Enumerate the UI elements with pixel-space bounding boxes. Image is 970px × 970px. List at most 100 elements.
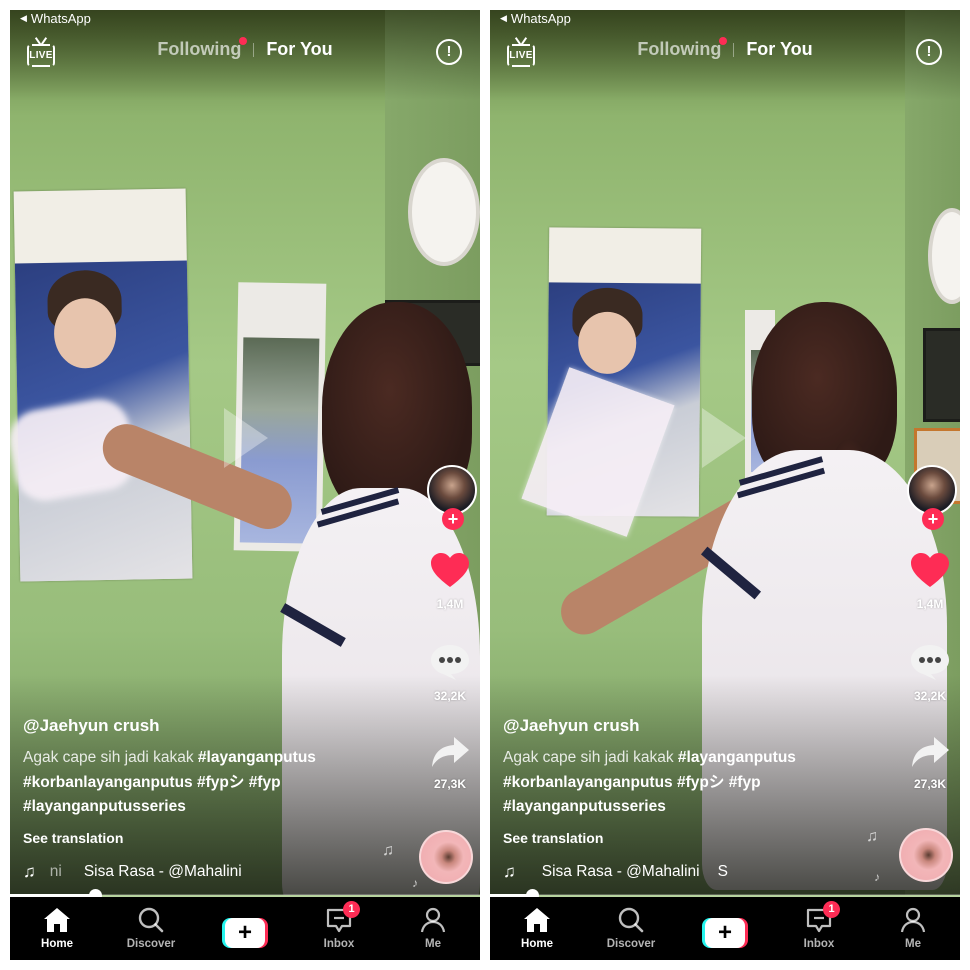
nav-me[interactable]: Me — [866, 897, 960, 960]
nav-home-label: Home — [521, 938, 553, 950]
music-note-icon: ♫ — [503, 862, 516, 881]
share-icon — [912, 737, 949, 767]
nav-home[interactable]: Home — [490, 897, 584, 960]
nav-inbox-label: Inbox — [323, 938, 355, 950]
follow-button[interactable]: + — [922, 508, 944, 530]
music-note-icon: ♫ — [23, 862, 36, 881]
tab-for-you-label: For You — [266, 39, 333, 59]
nav-me-label: Me — [905, 938, 921, 950]
feed-tabs: Following For You — [490, 37, 960, 60]
tab-for-you-label: For You — [746, 39, 813, 59]
hashtag-link[interactable]: #korbanlayanganputus — [503, 774, 673, 791]
back-to-app-link[interactable]: ◀ WhatsApp — [500, 11, 571, 26]
music-scroll-fragment: ni — [49, 863, 62, 880]
nav-create[interactable]: + — [198, 897, 292, 960]
tab-for-you[interactable]: For You — [734, 39, 824, 60]
hashtag-link[interactable]: #fyp — [729, 774, 761, 791]
comment-count: 32,2K — [913, 689, 947, 703]
floating-music-note-icon: ♪ — [412, 876, 418, 890]
tab-for-you[interactable]: For You — [254, 39, 344, 60]
share-button[interactable]: 27,3K — [420, 735, 480, 791]
notification-dot — [719, 37, 728, 45]
floating-music-note-icon: ♫ — [866, 828, 878, 845]
plus-icon: + — [225, 918, 265, 948]
comment-count: 32,2K — [433, 689, 467, 703]
nav-inbox[interactable]: Inbox 1 — [772, 897, 866, 960]
like-count: 1,4M — [916, 597, 944, 611]
hashtag-link[interactable]: #fypシ — [197, 774, 244, 791]
nav-home-label: Home — [41, 938, 73, 950]
hashtag-link[interactable]: #layanganputus — [198, 749, 316, 766]
heart-icon — [431, 553, 469, 587]
plus-icon: + — [705, 918, 745, 948]
back-app-label: WhatsApp — [30, 11, 91, 26]
tab-following[interactable]: Following — [145, 37, 253, 60]
nav-discover[interactable]: Discover — [584, 897, 678, 960]
see-translation-link[interactable]: See translation — [503, 830, 863, 846]
video-description: Agak cape sih jadi kakak #layanganputus … — [503, 746, 863, 820]
report-icon[interactable]: ! — [436, 39, 462, 65]
follow-button[interactable]: + — [442, 508, 464, 530]
nav-inbox[interactable]: Inbox 1 — [292, 897, 386, 960]
bottom-navigation: Home Discover + Inbox 1 Me — [490, 897, 960, 960]
hashtag-link[interactable]: #korbanlayanganputus — [23, 774, 193, 791]
nav-me[interactable]: Me — [386, 897, 480, 960]
create-video-button[interactable]: + — [222, 918, 268, 948]
creator-username[interactable]: @Jaehyun crush — [23, 716, 383, 736]
comment-icon — [911, 645, 949, 680]
bottom-navigation: Home Discover + Inbox 1 Me — [10, 897, 480, 960]
back-to-app-link[interactable]: ◀ WhatsApp — [20, 11, 91, 26]
play-icon — [224, 408, 268, 468]
video-picture-frame — [923, 328, 960, 422]
description-text: Agak cape sih jadi kakak — [23, 749, 198, 766]
heart-icon — [911, 553, 949, 587]
share-count: 27,3K — [433, 777, 467, 791]
home-icon — [44, 908, 70, 932]
floating-music-note-icon: ♪ — [874, 870, 880, 884]
creator-username[interactable]: @Jaehyun crush — [503, 716, 863, 736]
report-icon[interactable]: ! — [916, 39, 942, 65]
comment-button[interactable]: 32,2K — [900, 643, 960, 703]
back-triangle-icon: ◀ — [500, 13, 507, 23]
music-track-link[interactable]: ♫ ni Sisa Rasa - @Mahalini — [23, 862, 363, 882]
hashtag-link[interactable]: #layanganputus — [678, 749, 796, 766]
like-count: 1,4M — [436, 597, 464, 611]
notification-dot — [239, 37, 248, 45]
feed-tabs: Following For You — [10, 37, 480, 60]
inbox-badge: 1 — [823, 901, 840, 918]
back-triangle-icon: ◀ — [20, 13, 27, 23]
video-caption: @Jaehyun crush Agak cape sih jadi kakak … — [503, 716, 863, 846]
hashtag-link[interactable]: #fyp — [249, 774, 281, 791]
video-description: Agak cape sih jadi kakak #layanganputus … — [23, 746, 383, 820]
back-app-label: WhatsApp — [510, 11, 571, 26]
nav-discover-label: Discover — [126, 938, 176, 950]
tiktok-screen-right: ◀ WhatsApp LIVE Following For You ! + 1,… — [490, 10, 960, 960]
tab-following-label: Following — [157, 39, 242, 59]
share-button[interactable]: 27,3K — [900, 735, 960, 791]
search-icon — [138, 907, 164, 933]
music-disc-button[interactable] — [899, 828, 953, 882]
nav-discover[interactable]: Discover — [104, 897, 198, 960]
comment-button[interactable]: 32,2K — [420, 643, 480, 703]
music-track-name: Sisa Rasa - @Mahalini — [83, 863, 242, 880]
nav-create[interactable]: + — [678, 897, 772, 960]
nav-inbox-label: Inbox — [803, 938, 835, 950]
see-translation-link[interactable]: See translation — [23, 830, 383, 846]
like-button[interactable]: 1,4M — [900, 553, 960, 611]
music-track-name: Sisa Rasa - @Mahalini — [541, 863, 700, 880]
share-count: 27,3K — [913, 777, 947, 791]
nav-home[interactable]: Home — [10, 897, 104, 960]
floating-music-note-icon: ♫ — [382, 842, 394, 859]
hashtag-link[interactable]: #fypシ — [677, 774, 724, 791]
tab-following[interactable]: Following — [625, 37, 733, 60]
video-wall-clock — [408, 158, 480, 266]
video-poster-main — [13, 188, 193, 582]
music-scroll-fragment-trailing: S — [717, 863, 728, 880]
play-icon — [702, 408, 746, 468]
hashtag-link[interactable]: #layanganputusseries — [23, 798, 186, 815]
create-video-button[interactable]: + — [702, 918, 748, 948]
music-disc-button[interactable] — [419, 830, 473, 884]
like-button[interactable]: 1,4M — [420, 553, 480, 611]
hashtag-link[interactable]: #layanganputusseries — [503, 798, 666, 815]
music-track-link[interactable]: ♫ Sisa Rasa - @Mahalini S — [503, 862, 843, 882]
